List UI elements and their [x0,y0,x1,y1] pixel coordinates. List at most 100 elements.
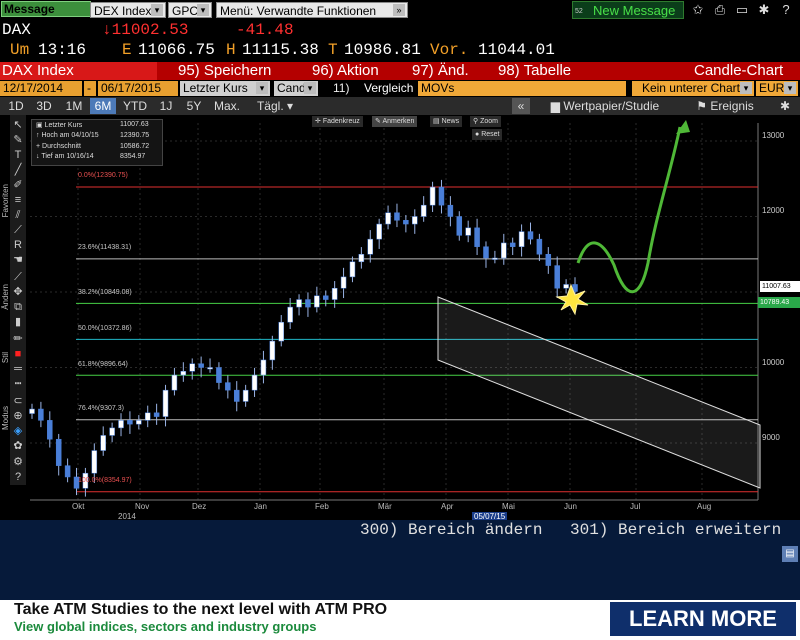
fib-icon[interactable]: ≡ [11,193,25,207]
zoom-tool[interactable]: ⚲ Zoom [470,116,501,127]
copy-icon[interactable]: ⧉ [11,300,25,314]
candle-body [554,265,560,289]
candle-body [38,408,44,421]
currency-select[interactable]: EUR ▾ [756,81,798,96]
chevron-down-icon[interactable]: ▾ [256,82,268,94]
frequency-select[interactable]: Tägl. ▾ [250,98,300,114]
pointer-icon[interactable]: ↖ [11,118,25,132]
period-1j[interactable]: 1J [156,98,176,114]
start-date-field[interactable]: 12/17/2014 [0,81,82,96]
change-range-command[interactable]: 300) Bereich ändern [360,521,542,539]
candle-body [385,212,391,225]
y-tick-10000: 10000 [762,358,785,367]
security-field[interactable]: DEX Index ▾ [90,2,166,18]
table-menu[interactable]: 98) Tabelle [498,62,571,80]
side-panel-icon[interactable]: ▤ [782,546,798,562]
chevron-down-icon[interactable]: ▾ [197,4,209,16]
help-icon[interactable]: ? [778,2,794,18]
line-width-icon[interactable]: ═ [11,362,25,376]
extend-range-command[interactable]: 301) Bereich erweitern [570,521,781,539]
magnet-icon[interactable]: ⊂ [11,394,25,408]
candle-body [144,412,151,421]
period-6m[interactable]: 6M [90,98,116,114]
period-5y[interactable]: 5Y [182,98,206,114]
move-icon[interactable]: ✥ [11,285,25,299]
x-tick-feb: Feb [315,502,329,511]
style-select[interactable]: Candle ▾ [274,81,318,96]
period-1d[interactable]: 1D [4,98,28,114]
collapse-button[interactable]: « [512,98,530,114]
action-menu[interactable]: 96) Aktion [312,62,379,80]
help-icon[interactable]: ? [11,470,25,484]
lower-chart-select[interactable]: Kein unterer Chart ▾ [632,81,754,96]
candle-body [420,204,427,217]
trend-icon[interactable]: ⟋ [11,223,25,237]
settings-icon[interactable]: ✱ [756,2,772,18]
function-field-text: GPC [172,4,199,18]
fib-label-618: 61.8%(9896.64) [78,361,128,368]
candle-body [358,254,365,263]
trend-channel [437,296,761,489]
fib-label-0: 0.0%(12390.75) [78,172,128,179]
channel-price-tag: 10789.43 [758,297,800,308]
delete-icon[interactable]: ▮ [11,315,25,329]
hand-icon[interactable]: ☚ [11,253,25,267]
fib-label-764: 76.4%(9307.3) [78,405,124,412]
pen-icon[interactable]: ✐ [11,178,25,192]
event-button[interactable]: ⚑ Ereignis [680,98,770,114]
palette-icon[interactable]: ✿ [11,439,25,453]
minimize-icon[interactable]: ▭ [734,2,750,18]
security-title: DAX Index [0,62,157,80]
edit-menu[interactable]: 97) Änd. [412,62,469,80]
print-icon[interactable]: ⎙ [712,2,728,18]
zoom-icon[interactable]: ⊕ [11,409,25,423]
chevron-down-icon[interactable]: ▾ [740,82,752,94]
star-icon[interactable]: ✩ [690,2,706,18]
pencil-icon[interactable]: ✎ [11,133,25,147]
chevron-down-icon[interactable]: ▾ [304,82,316,94]
draw-icon[interactable]: ⟋ [11,270,25,284]
low-label: T [328,41,338,59]
studies-button[interactable]: ▆ Wertpapier/Studie [538,98,672,114]
period-1m[interactable]: 1M [62,98,86,114]
crosshair-tool[interactable]: ✛ Fadenkreuz [312,116,363,127]
function-field[interactable]: GPC ▾ [168,2,212,18]
text-icon[interactable]: T [11,148,25,162]
end-date-field[interactable]: 06/17/2015 [98,81,178,96]
period-max[interactable]: Max. [210,98,244,114]
annotate-label: Anmerken [382,118,415,125]
save-menu[interactable]: 95) Speichern [178,62,271,80]
reset-tool[interactable]: ● Reset [472,129,503,140]
line-icon[interactable]: ╱ [11,163,25,177]
chevron-down-icon[interactable]: » [393,4,405,16]
line-style-icon[interactable]: ┅ [11,377,25,391]
legend-label: Tief am 10/16/14 [41,153,94,160]
period-ytd[interactable]: YTD [120,98,150,114]
candle-body [465,227,471,236]
related-functions-menu[interactable]: Menü: Verwandte Funktionen » [216,2,408,18]
message-button[interactable]: Message [1,1,91,17]
y-tick-9000: 9000 [762,433,780,442]
candle-body [412,216,418,225]
annotate-tool[interactable]: ✎ Anmerken [372,116,418,127]
color-icon[interactable]: ■ [11,347,25,361]
candle-body [518,231,525,247]
r-icon[interactable]: R [11,238,25,252]
brush-icon[interactable]: ✏ [11,332,25,346]
news-tool[interactable]: ▤ News [430,116,463,127]
gear-icon[interactable]: ⚙ [11,455,25,469]
chevron-down-icon[interactable]: ▾ [784,82,796,94]
chevron-down-icon[interactable]: ▾ [151,4,163,16]
y-tick-13000: 13000 [762,131,785,140]
price-field-select[interactable]: Letzter Kurs ▾ [180,81,270,96]
learn-more-button[interactable]: LEARN MORE [610,602,796,636]
chart-settings-icon[interactable]: ✱ [776,98,794,114]
channel-icon[interactable]: ⫽ [11,208,25,222]
new-message-button[interactable]: 52 New Message [572,1,684,19]
studies-label: Wertpapier/Studie [563,99,660,113]
chart-type-label: Candle-Chart [694,62,784,79]
x-tick-aug: Aug [697,502,712,511]
crosshair-icon[interactable]: ◈ [11,424,25,438]
period-3d[interactable]: 3D [32,98,56,114]
compare-field[interactable]: MOVs [418,81,626,96]
